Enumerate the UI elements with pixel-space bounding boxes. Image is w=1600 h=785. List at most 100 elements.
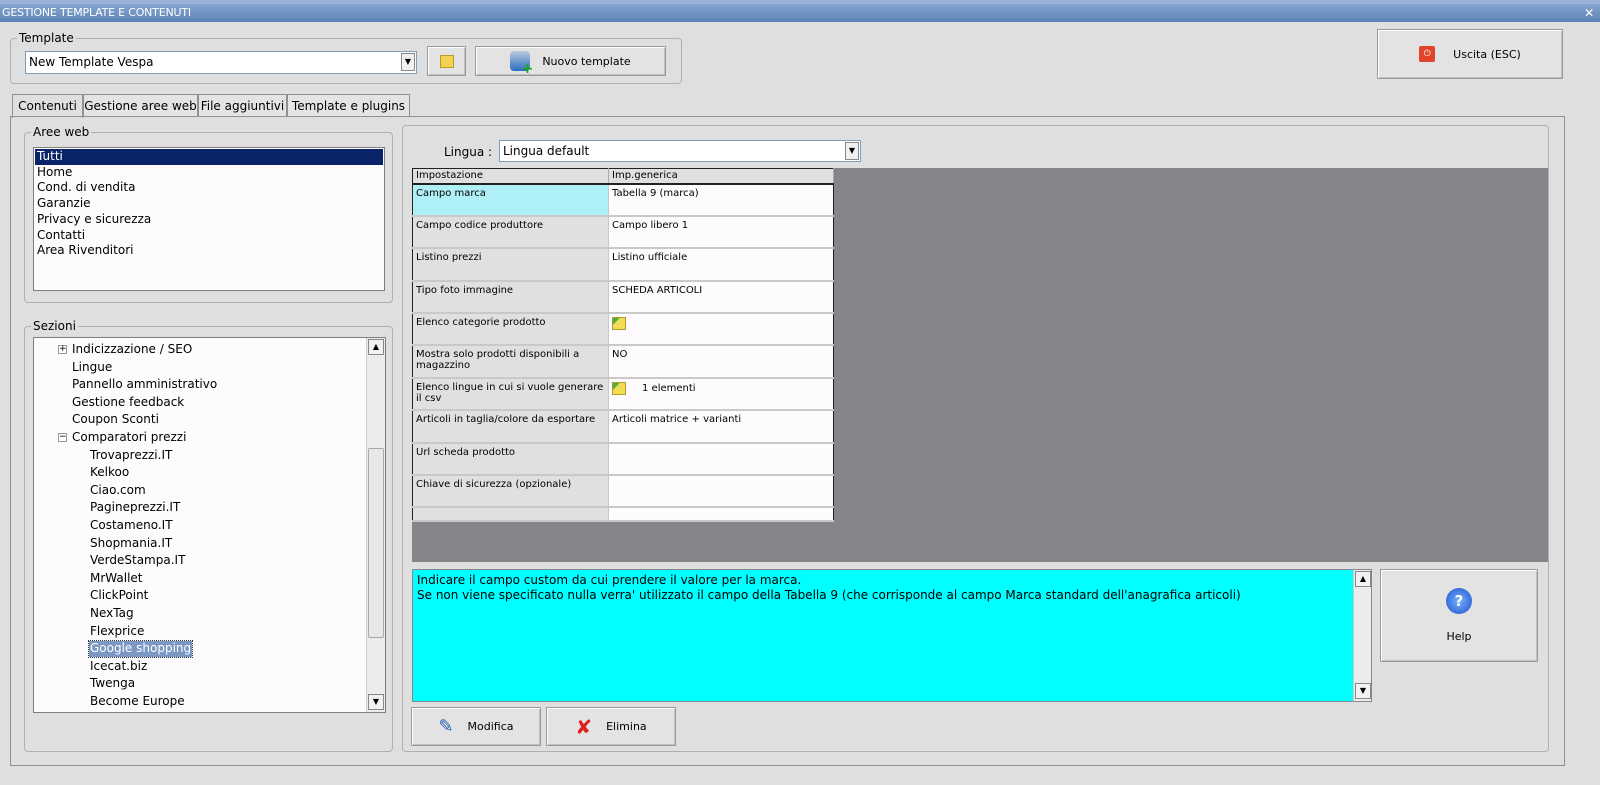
- column-header[interactable]: Impostazione: [412, 168, 609, 185]
- value-cell[interactable]: Tabella 9 (marca): [608, 183, 834, 217]
- delete-icon: ✘: [575, 714, 593, 739]
- tree-item[interactable]: Gestione feedback: [71, 395, 185, 411]
- tree-item[interactable]: Indicizzazione / SEO: [71, 342, 193, 358]
- help-button[interactable]: ? Help: [1380, 569, 1538, 662]
- setting-cell[interactable]: Url scheda prodotto: [412, 442, 609, 477]
- tree-item[interactable]: Twenga: [89, 676, 136, 692]
- setting-cell[interactable]: Tipo foto immagine: [412, 280, 609, 315]
- tree-item[interactable]: Become Europe: [89, 694, 186, 710]
- tree-item[interactable]: ClickPoint: [89, 588, 149, 604]
- tree-item[interactable]: Pannello amministrativo: [71, 377, 218, 393]
- list-item[interactable]: Privacy e sicurezza: [35, 212, 383, 228]
- list-item[interactable]: Garanzie: [35, 196, 383, 212]
- sezioni-tree[interactable]: ▲ ▼ Indicizzazione / SEO + Lingue Pannello …: [33, 337, 386, 713]
- table-row[interactable]: Url scheda prodotto: [412, 442, 834, 477]
- lingua-label: Lingua :: [444, 145, 493, 159]
- table-row[interactable]: Campo marca Tabella 9 (marca): [412, 183, 834, 217]
- modifica-button[interactable]: ✎ Modifica: [411, 707, 541, 746]
- window-title: GESTIONE TEMPLATE E CONTENUTI: [2, 6, 191, 19]
- tree-item[interactable]: Coupon Sconti: [71, 412, 160, 428]
- elimina-button[interactable]: ✘ Elimina: [546, 707, 676, 746]
- table-row[interactable]: Chiave di sicurezza (opzionale): [412, 475, 834, 509]
- setting-cell[interactable]: Chiave di sicurezza (opzionale): [412, 475, 609, 509]
- lingua-select[interactable]: Lingua default ▼: [499, 140, 861, 162]
- value-cell[interactable]: Articoli matrice + varianti: [608, 410, 834, 444]
- sezioni-label: Sezioni: [31, 319, 78, 333]
- folder-icon[interactable]: [612, 317, 626, 331]
- value-cell[interactable]: [608, 313, 834, 347]
- table-row[interactable]: Elenco lingue in cui si vuole generare i…: [412, 377, 834, 412]
- tree-item[interactable]: Kelkoo: [89, 465, 130, 481]
- scrollbar-thumb[interactable]: [368, 448, 384, 638]
- title-bar: GESTIONE TEMPLATE E CONTENUTI ✕: [0, 4, 1600, 22]
- tree-item[interactable]: NexTag: [89, 606, 135, 622]
- value-text: SCHEDA ARTICOLI: [612, 284, 703, 296]
- value-text: 1 elementi: [642, 383, 696, 395]
- aree-web-list[interactable]: Tutti Home Cond. di vendita Garanzie Pri…: [33, 147, 385, 291]
- tree-item[interactable]: Flexprice: [89, 624, 145, 640]
- list-item[interactable]: Area Rivenditori: [35, 243, 383, 259]
- chevron-down-icon[interactable]: ▼: [401, 53, 415, 71]
- setting-cell[interactable]: Campo codice produttore: [412, 215, 609, 250]
- scroll-up-icon[interactable]: ▲: [368, 339, 384, 355]
- scroll-down-icon[interactable]: ▼: [1355, 683, 1371, 699]
- setting-cell[interactable]: Elenco lingue in cui si vuole generare i…: [412, 377, 609, 412]
- description-scrollbar[interactable]: ▲ ▼: [1353, 570, 1371, 701]
- tree-item[interactable]: Costameno.IT: [89, 518, 174, 534]
- table-row[interactable]: Campo codice produttore Campo libero 1: [412, 215, 834, 250]
- table-row[interactable]: Mostra solo prodotti disponibili a magaz…: [412, 345, 834, 379]
- tree-item[interactable]: Icecat.biz: [89, 659, 148, 675]
- table-row[interactable]: Articoli in taglia/colore da esportare Ar…: [412, 410, 834, 444]
- power-icon: ⏻: [1419, 46, 1436, 62]
- description-box[interactable]: Indicare il campo custom da cui prendere…: [412, 569, 1372, 702]
- folder-icon[interactable]: [612, 381, 626, 395]
- value-cell[interactable]: [608, 442, 834, 477]
- value-cell[interactable]: SCHEDA ARTICOLI: [608, 280, 834, 315]
- table-row[interactable]: Elenco categorie prodotto: [412, 313, 834, 347]
- table-row[interactable]: Tipo foto immagine SCHEDA ARTICOLI: [412, 280, 834, 315]
- tree-scrollbar[interactable]: ▲ ▼: [366, 338, 385, 712]
- tree-item[interactable]: Ciao.com: [89, 483, 147, 499]
- tree-item[interactable]: Comparatori prezzi: [71, 430, 187, 446]
- tree-item[interactable]: Lingue: [71, 360, 113, 376]
- tree-item[interactable]: MrWallet: [89, 571, 144, 587]
- open-folder-button[interactable]: [427, 46, 466, 76]
- column-header[interactable]: Imp.generica: [608, 168, 834, 185]
- list-item[interactable]: Contatti: [35, 228, 383, 244]
- setting-cell[interactable]: Mostra solo prodotti disponibili a magaz…: [412, 345, 609, 379]
- scroll-up-icon[interactable]: ▲: [1355, 571, 1371, 587]
- tab-template-plugins[interactable]: Template e plugins: [287, 94, 410, 117]
- tree-item[interactable]: Shopmania.IT: [89, 536, 173, 552]
- empty-row: [412, 507, 834, 523]
- expand-icon[interactable]: +: [58, 345, 67, 354]
- tree-item[interactable]: Google shopping: [87, 640, 194, 658]
- collapse-icon[interactable]: −: [58, 433, 67, 442]
- value-cell[interactable]: [608, 475, 834, 509]
- tree-item[interactable]: Pagineprezzi.IT: [89, 500, 181, 516]
- value-cell[interactable]: NO: [608, 345, 834, 379]
- value-text: Articoli matrice + varianti: [612, 414, 742, 426]
- setting-cell[interactable]: Elenco categorie prodotto: [412, 313, 609, 347]
- tab-file-aggiuntivi[interactable]: File aggiuntivi: [198, 94, 287, 117]
- setting-cell[interactable]: Listino prezzi: [412, 248, 609, 282]
- tree-item[interactable]: VerdeStampa.IT: [89, 553, 186, 569]
- tree-item[interactable]: Trovaprezzi.IT: [89, 448, 173, 464]
- tab-contenuti[interactable]: Contenuti: [12, 94, 83, 118]
- scroll-down-icon[interactable]: ▼: [368, 694, 384, 710]
- setting-cell[interactable]: Campo marca: [412, 183, 609, 217]
- close-icon[interactable]: ✕: [1584, 4, 1594, 22]
- list-item[interactable]: Cond. di vendita: [35, 180, 383, 196]
- template-select[interactable]: New Template Vespa ▼: [25, 51, 417, 74]
- value-cell[interactable]: 1 elementi: [608, 377, 834, 412]
- tab-gestione-aree-web[interactable]: Gestione aree web: [83, 94, 198, 117]
- chevron-down-icon[interactable]: ▼: [845, 142, 859, 160]
- exit-button[interactable]: ⏻ Uscita (ESC): [1377, 29, 1563, 79]
- table-row[interactable]: Listino prezzi Listino ufficiale: [412, 248, 834, 282]
- value-cell[interactable]: Listino ufficiale: [608, 248, 834, 282]
- setting-cell[interactable]: Articoli in taglia/colore da esportare: [412, 410, 609, 444]
- help-icon: ?: [1446, 588, 1472, 614]
- list-item[interactable]: Tutti: [35, 149, 383, 165]
- value-cell[interactable]: Campo libero 1: [608, 215, 834, 250]
- list-item[interactable]: Home: [35, 165, 383, 181]
- new-template-button[interactable]: + Nuovo template: [475, 46, 666, 76]
